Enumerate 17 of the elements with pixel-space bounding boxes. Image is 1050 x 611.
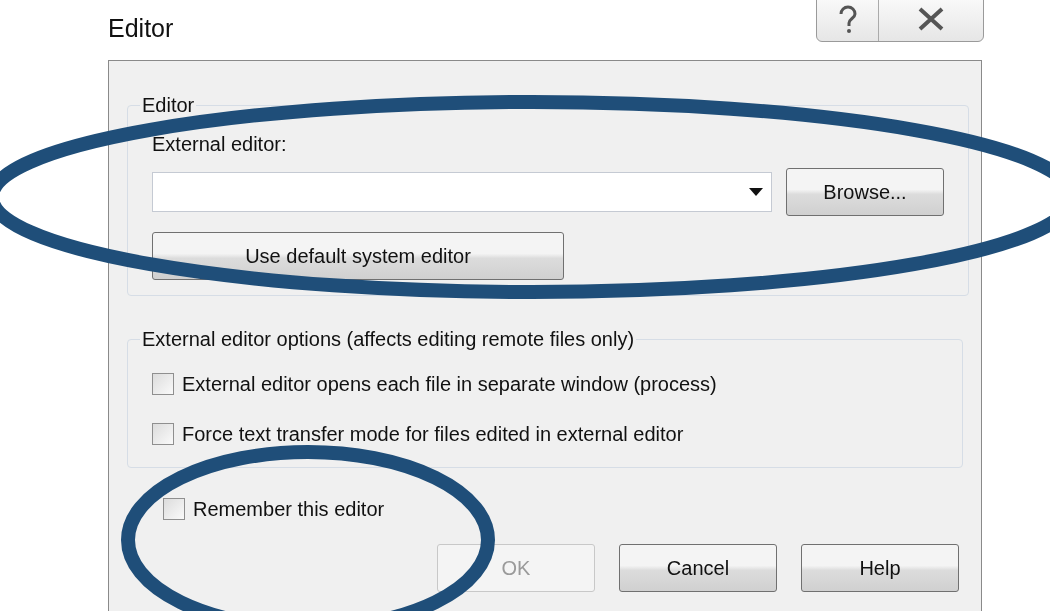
window-title: Editor: [108, 14, 174, 43]
checkbox-label[interactable]: Remember this editor: [193, 497, 385, 521]
default-editor-button[interactable]: Use default system editor: [152, 232, 564, 280]
field-label: External editor:: [152, 133, 287, 156]
browse-button[interactable]: Browse...: [786, 168, 944, 216]
group-title: External editor options (affects editing remote files only): [141, 328, 636, 351]
checkbox[interactable]: [163, 498, 185, 520]
dialog-button[interactable]: Cancel: [619, 544, 777, 592]
close-icon: [917, 7, 946, 31]
group-title: Editor: [141, 94, 196, 117]
editor-combo-field[interactable]: [152, 172, 772, 212]
dropdown-arrow-icon: [749, 188, 763, 196]
checkbox-label[interactable]: Force text transfer mode for files edited in external editor: [182, 422, 684, 446]
checkbox[interactable]: [152, 423, 174, 445]
dialog-button[interactable]: Help: [801, 544, 959, 592]
checkbox-label[interactable]: External editor opens each file in separate window (process): [182, 372, 717, 396]
checkbox[interactable]: [152, 373, 174, 395]
